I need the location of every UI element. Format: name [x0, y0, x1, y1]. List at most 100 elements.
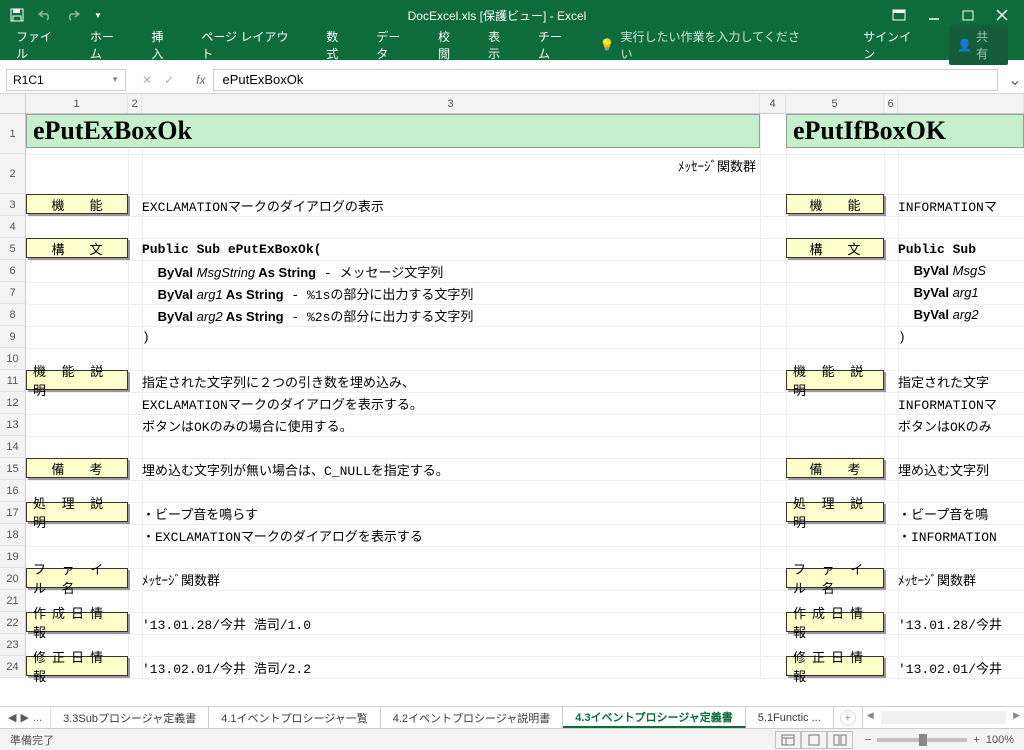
undo-icon[interactable] [38, 9, 52, 21]
row-header[interactable]: 9 [0, 326, 25, 348]
tab-view[interactable]: 表示 [488, 28, 512, 62]
save-icon[interactable] [10, 8, 24, 22]
minimize-icon[interactable] [928, 9, 940, 21]
subtitle[interactable]: ﾒｯｾｰｼﾞ関数群 [142, 154, 760, 176]
row-header[interactable]: 20 [0, 568, 25, 590]
cell[interactable]: ・ビープ音を鳴らす [142, 502, 760, 524]
label-r5[interactable]: 構 文 [26, 238, 128, 258]
cell[interactable]: '13.01.28/今井 浩司/1.0 [142, 612, 760, 634]
label-r-r20[interactable]: フ ァ イ ル 名 [786, 568, 884, 588]
row-header[interactable]: 14 [0, 436, 25, 458]
tabs-prev-icon[interactable]: ▶ [20, 711, 28, 724]
cells-area[interactable]: ePutExBoxOkePutIfBoxOKﾒｯｾｰｼﾞ関数群機 能機 能構 文… [26, 114, 1024, 678]
col-header[interactable]: 3 [142, 94, 760, 113]
tab-data[interactable]: データ [376, 28, 412, 62]
label-r15[interactable]: 備 考 [26, 458, 128, 478]
cell[interactable]: ByVal arg1 [898, 282, 1024, 304]
cell[interactable]: ・EXCLAMATIONマークのダイアログを表示する [142, 524, 760, 546]
cell[interactable]: '13.02.01/今井 浩司/2.2 [142, 656, 760, 678]
row-header[interactable]: 13 [0, 414, 25, 436]
label-r24[interactable]: 修正日情報 [26, 656, 128, 676]
scroll-right-icon[interactable]: ▶ [1013, 710, 1020, 721]
close-icon[interactable] [996, 9, 1008, 21]
name-box[interactable]: R1C1 ▼ [6, 69, 126, 91]
label-r-r11[interactable]: 機 能 説 明 [786, 370, 884, 390]
row-header[interactable]: 18 [0, 524, 25, 546]
row-header[interactable]: 23 [0, 634, 25, 656]
cell[interactable]: 埋め込む文字列が無い場合は、C_NULLを指定する。 [142, 458, 760, 480]
row-header[interactable]: 6 [0, 260, 25, 282]
cell[interactable]: ByVal MsgString As String - メッセージ文字列 [142, 260, 760, 282]
label-r-r15[interactable]: 備 考 [786, 458, 884, 478]
label-r-r17[interactable]: 処 理 説 明 [786, 502, 884, 522]
sheet-tab[interactable]: 4.1イベントプロシージャ一覧 [209, 707, 381, 728]
col-header[interactable]: 5 [786, 94, 884, 113]
sheet-tab[interactable]: 5.1Functic ... [746, 707, 834, 728]
maximize-icon[interactable] [962, 9, 974, 21]
col-header[interactable]: 4 [760, 94, 786, 113]
formula-expand-icon[interactable]: ⌄ [1006, 70, 1024, 90]
scroll-left-icon[interactable]: ◀ [867, 710, 874, 721]
cell[interactable]: Public Sub ePutExBoxOk( [142, 238, 760, 260]
cell[interactable]: ・INFORMATION [898, 524, 1024, 546]
label-r20[interactable]: フ ァ イ ル 名 [26, 568, 128, 588]
label-r22[interactable]: 作成日情報 [26, 612, 128, 632]
cell[interactable]: 埋め込む文字列 [898, 458, 1024, 480]
tab-pagelayout[interactable]: ページ レイアウト [201, 28, 300, 62]
zoom-slider[interactable] [877, 738, 967, 742]
col-header[interactable]: 2 [128, 94, 142, 113]
worksheet-grid[interactable]: 123456 123456789101112131415161718192021… [0, 94, 1024, 706]
cell[interactable]: ボタンはOKのみの場合に使用する。 [142, 414, 760, 436]
col-header[interactable]: 1 [26, 94, 128, 113]
signin-link[interactable]: サインイン [863, 28, 923, 62]
new-sheet-button[interactable]: + [840, 710, 856, 726]
title-left[interactable]: ePutExBoxOk [26, 114, 760, 148]
view-normal-icon[interactable] [775, 731, 801, 749]
ribbon-display-icon[interactable] [892, 9, 906, 21]
select-all-corner[interactable] [0, 94, 26, 113]
sheet-tab-active[interactable]: 4.3イベントプロシージャ定義書 [563, 707, 746, 728]
cell[interactable]: '13.01.28/今井 [898, 612, 1024, 634]
zoom-percent[interactable]: 100% [986, 734, 1014, 746]
cancel-icon[interactable]: ✕ [142, 73, 152, 87]
tab-file[interactable]: ファイル [16, 28, 64, 62]
tell-me[interactable]: 💡 実行したい作業を入力してください [600, 28, 812, 62]
row-header[interactable]: 2 [0, 154, 25, 194]
row-header[interactable]: 21 [0, 590, 25, 612]
row-header[interactable]: 17 [0, 502, 25, 524]
tabs-first-icon[interactable]: ◀ [8, 711, 16, 724]
sheet-tab[interactable]: 3.3Subプロシージャ定義書 [51, 707, 209, 728]
row-header[interactable]: 12 [0, 392, 25, 414]
tab-insert[interactable]: 挿入 [151, 28, 175, 62]
tab-team[interactable]: チーム [538, 28, 574, 62]
qat-dropdown-icon[interactable]: ▼ [94, 11, 102, 20]
view-pagebreak-icon[interactable] [827, 731, 853, 749]
row-header[interactable]: 3 [0, 194, 25, 216]
title-right[interactable]: ePutIfBoxOK [786, 114, 1024, 148]
share-button[interactable]: 👤 共有 [949, 25, 1008, 65]
label-r3[interactable]: 機 能 [26, 194, 128, 214]
cell[interactable]: ByVal arg2 [898, 304, 1024, 326]
cell[interactable]: '13.02.01/今井 [898, 656, 1024, 678]
formula-input[interactable]: ePutExBoxOk [213, 69, 998, 91]
label-r-r24[interactable]: 修正日情報 [786, 656, 884, 676]
chevron-down-icon[interactable]: ▼ [111, 75, 119, 84]
label-r-r3[interactable]: 機 能 [786, 194, 884, 214]
cell[interactable]: INFORMATIONマ [898, 392, 1024, 414]
row-header[interactable]: 10 [0, 348, 25, 370]
horizontal-scrollbar[interactable]: ◀ ▶ [862, 707, 1024, 728]
fx-icon[interactable]: fx [196, 73, 205, 87]
cell[interactable]: ) [898, 326, 1024, 348]
row-header[interactable]: 15 [0, 458, 25, 480]
col-header[interactable]: 6 [884, 94, 898, 113]
row-header[interactable]: 8 [0, 304, 25, 326]
cell[interactable]: ) [142, 326, 760, 348]
label-r-r5[interactable]: 構 文 [786, 238, 884, 258]
row-header[interactable]: 5 [0, 238, 25, 260]
row-header[interactable]: 16 [0, 480, 25, 502]
label-r11[interactable]: 機 能 説 明 [26, 370, 128, 390]
cell[interactable]: 指定された文字列に２つの引き数を埋め込み、 [142, 370, 760, 392]
row-header[interactable]: 1 [0, 114, 25, 154]
cell[interactable]: EXCLAMATIONマークのダイアログを表示する。 [142, 392, 760, 414]
cell[interactable]: INFORMATIONマ [898, 194, 1024, 216]
